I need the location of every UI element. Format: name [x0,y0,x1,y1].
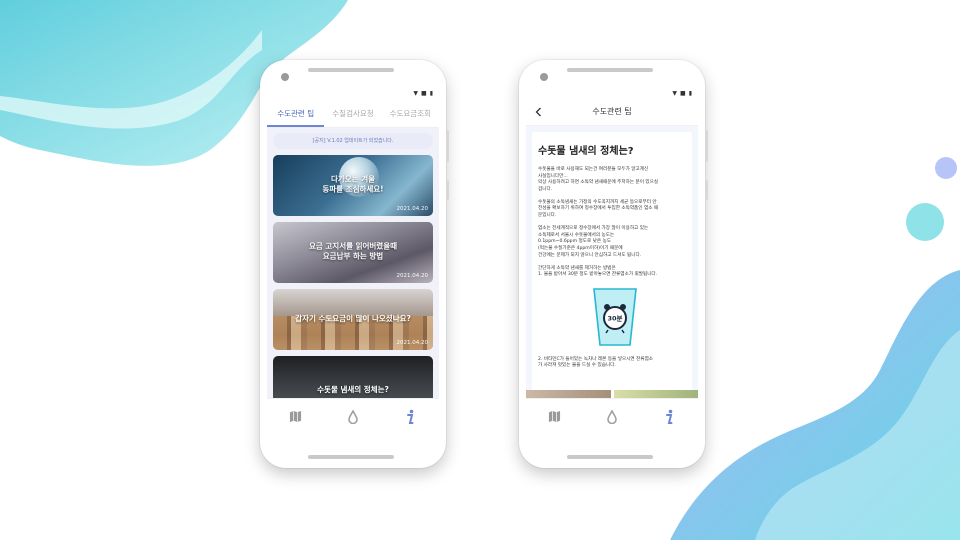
water-drop-icon[interactable] [602,407,622,427]
card-title: 다가오는 겨울 동파를 조심하세요! [322,173,384,193]
tab-bar: 수도관련 팁 수질검사요청 수도요금조회 [267,98,439,128]
article-paragraph: 수돗물을 바로 사용해도 되는건 여러분들 모두가 알고계신 사실입니다만...… [538,167,659,192]
green-tea-image [526,390,611,398]
card-title: 갑자기 수도요금이 많이 나오셨나요? [295,313,411,323]
wifi-icon: ■ [421,89,427,97]
article-card: 수돗물 냄새의 정체는? 수돗물을 바로 사용해도 되는건 여러분들 모두가 알… [532,132,692,398]
tab-water-tips[interactable]: 수도관련 팁 [267,108,325,127]
speaker-grille [308,68,394,72]
power-button [705,180,708,200]
list-item[interactable]: 요금 고지서를 읽어버렸을때 요금납부 하는 방법 2021.04.20 [273,222,433,283]
map-icon[interactable] [286,407,306,427]
article-paragraph: 간단하게 소독약 냄새를 제거하는 방법은 1. 물을 받아서 30분 정도 받… [538,265,658,278]
volume-button [705,130,708,162]
status-bar: ▼ ■ ▮ [267,88,439,98]
right-screen: ▼ ■ ▮ 수도관련 팁 수돗물 냄새의 정체는? 수돗물을 바로 사용해도 되… [526,88,698,434]
notice-banner[interactable]: [공지] V.1.02 업데이트가 되었습니다. [273,133,433,149]
article-container[interactable]: 수돗물 냄새의 정체는? 수돗물을 바로 사용해도 되는건 여러분들 모두가 알… [526,126,698,398]
map-icon[interactable] [545,407,565,427]
detail-header: 수도관련 팁 [526,98,698,126]
cup-label: 30분 [607,313,622,322]
front-camera [540,73,548,81]
left-phone: ▼ ■ ▮ 수도관련 팁 수질검사요청 수도요금조회 [공지] V.1.02 업… [260,60,449,468]
teal-dot [906,203,944,241]
info-icon[interactable] [400,407,420,427]
card-title: 요금 고지서를 읽어버렸을때 요금납부 하는 방법 [308,240,398,260]
battery-icon: ▮ [429,89,433,97]
article-paragraph: 수돗물의 소독냄새는 가정의 수도꼭지까지 세균 등으로부터 안 전성을 확보하… [538,199,659,219]
water-glass-clock-illustration: 30분 [593,288,637,346]
wifi-icon: ■ [680,89,686,97]
lemon-image [613,390,698,398]
bottom-nav [526,398,698,434]
signal-icon: ▼ [672,89,678,97]
tab-water-bill-inquiry[interactable]: 수도요금조회 [382,108,439,127]
power-button [446,180,449,200]
card-date: 2021.04.20 [396,273,429,279]
tips-list[interactable]: [공지] V.1.02 업데이트가 되었습니다. 다가오는 겨울 동파를 조심하… [267,128,439,398]
right-phone: ▼ ■ ▮ 수도관련 팁 수돗물 냄새의 정체는? 수돗물을 바로 사용해도 되… [519,60,708,468]
page-title: 수도관련 팁 [592,107,632,116]
water-drop-icon[interactable] [343,407,363,427]
status-bar: ▼ ■ ▮ [526,88,698,98]
front-camera [281,73,289,81]
bottom-bezel-bar [308,455,394,459]
bottom-nav [267,398,439,434]
list-item[interactable]: 다가오는 겨울 동파를 조심하세요! 2021.04.20 [273,155,433,216]
background-decoration [0,0,960,540]
left-screen: ▼ ■ ▮ 수도관련 팁 수질검사요청 수도요금조회 [공지] V.1.02 업… [267,88,439,434]
signal-icon: ▼ [413,89,419,97]
card-title: 수돗물 냄새의 정체는? [317,384,389,394]
tab-water-quality-request[interactable]: 수질검사요청 [324,108,381,127]
list-item[interactable]: 수돗물 냄새의 정체는? [273,356,433,398]
back-arrow-icon[interactable] [532,104,546,118]
blue-dot [935,157,957,179]
card-date: 2021.04.20 [396,206,429,212]
card-date: 2021.04.20 [396,340,429,346]
info-icon[interactable] [659,407,679,427]
list-item[interactable]: 갑자기 수도요금이 많이 나오셨나요? 2021.04.20 [273,289,433,350]
article-images [526,390,698,398]
article-title: 수돗물 냄새의 정체는? [538,146,634,157]
battery-icon: ▮ [688,89,692,97]
article-paragraph: 염소는 전세계적으로 정수장에서 가장 많이 이용하고 있는 소독제로서 서울시… [538,226,649,258]
bottom-bezel-bar [567,455,653,459]
article-paragraph: 2. 비타민C가 들어있는 녹차나 레몬 등을 넣으시면 잔류염소 가 사라져 … [538,356,654,369]
volume-button [446,130,449,162]
speaker-grille [567,68,653,72]
